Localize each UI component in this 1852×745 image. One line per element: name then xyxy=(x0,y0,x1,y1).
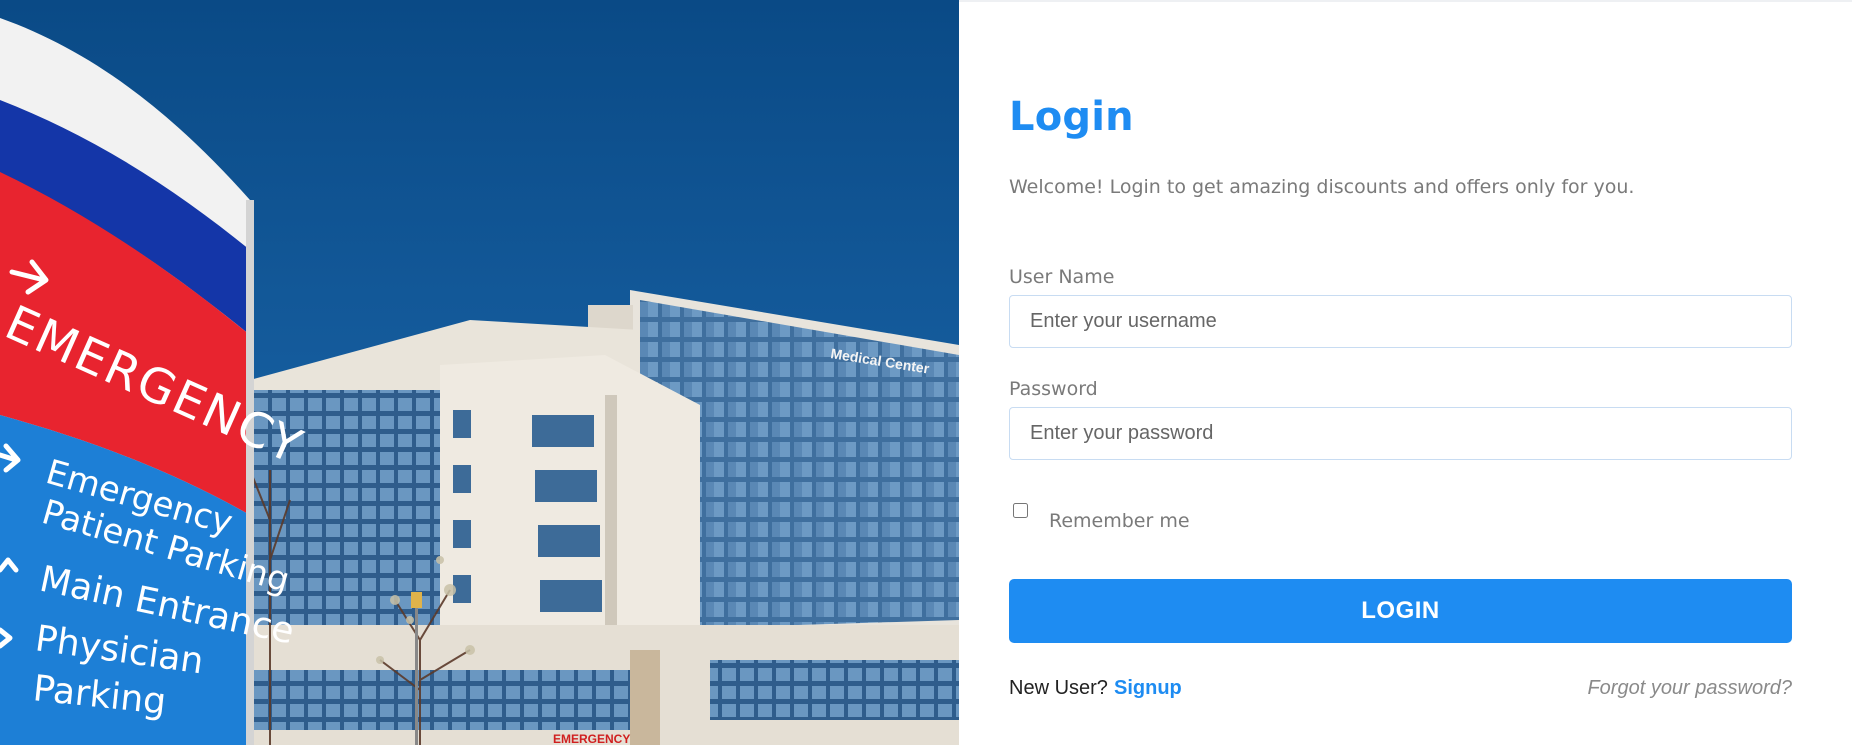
password-input[interactable] xyxy=(1009,407,1792,460)
new-user-text: New User? xyxy=(1009,677,1108,699)
page-title: Login xyxy=(1009,94,1134,140)
password-label: Password xyxy=(1009,378,1098,400)
remember-me-label: Remember me xyxy=(1049,510,1190,532)
login-button[interactable]: LOGIN xyxy=(1009,579,1792,643)
username-label: User Name xyxy=(1009,266,1115,288)
remember-me-checkbox[interactable] xyxy=(1013,503,1028,518)
login-panel: Login Welcome! Login to get amazing disc… xyxy=(1009,0,1792,745)
signup-link[interactable]: Signup xyxy=(1114,677,1182,700)
hospital-photo: Medical Center EMERGENCY EMERGENCY Emerg… xyxy=(0,0,959,745)
welcome-text: Welcome! Login to get amazing discounts … xyxy=(1009,176,1635,198)
forgot-password-link[interactable]: Forgot your password? xyxy=(1587,677,1792,700)
username-input[interactable] xyxy=(1009,295,1792,348)
small-emergency-sign: EMERGENCY xyxy=(553,732,630,745)
